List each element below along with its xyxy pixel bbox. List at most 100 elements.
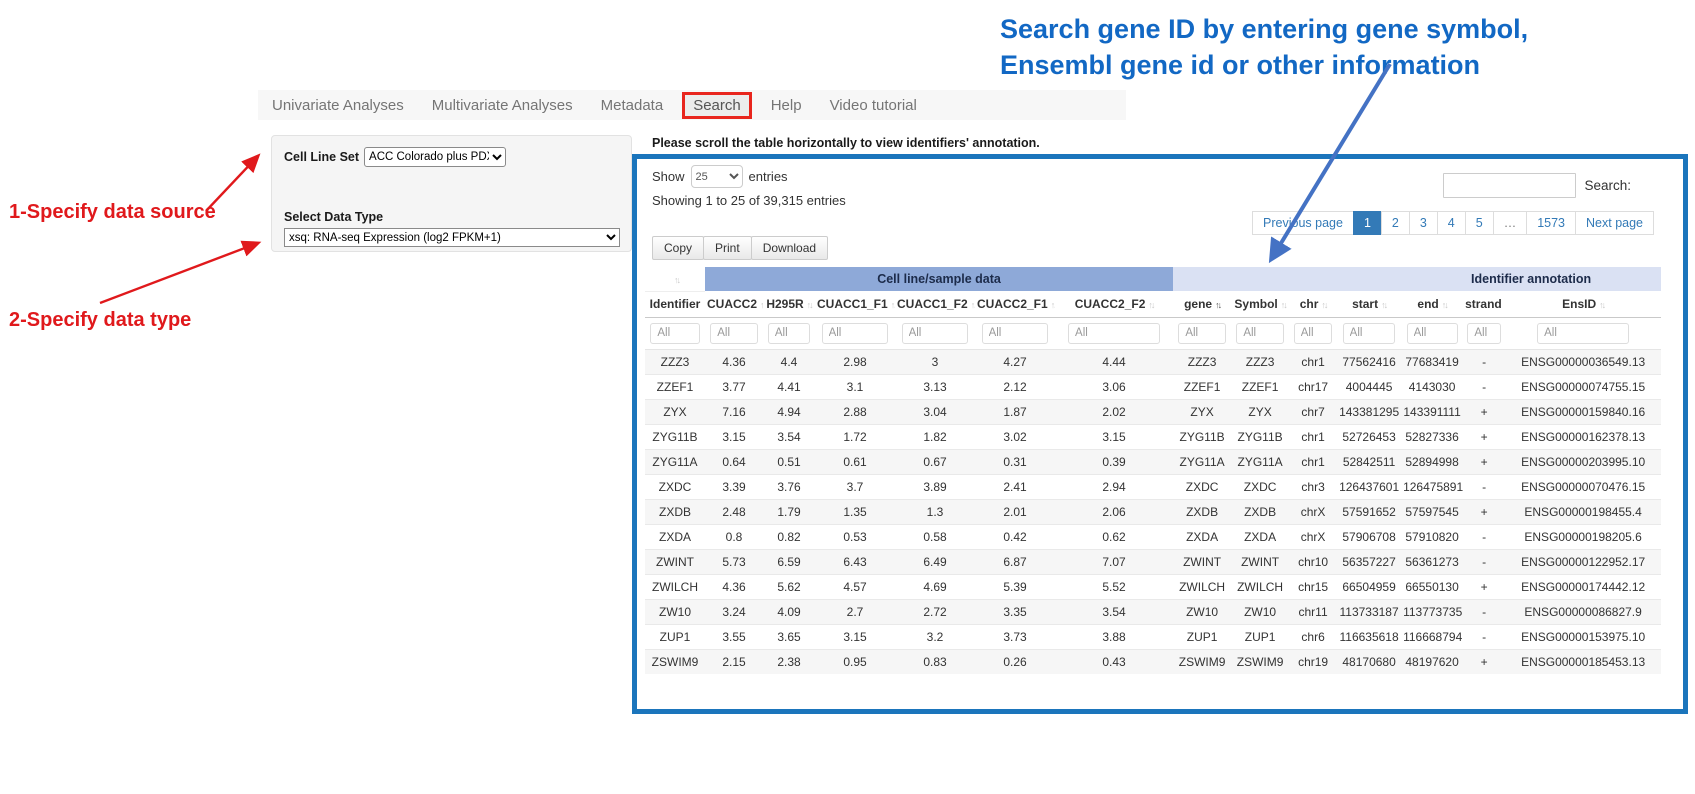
column-filter-input-chr[interactable]	[1294, 323, 1333, 344]
column-header-start[interactable]: start	[1337, 291, 1401, 317]
table-cell: 126475891	[1401, 474, 1463, 499]
table-cell: 3.65	[763, 624, 815, 649]
table-cell: ZUP1	[1173, 624, 1231, 649]
cell-line-set-select[interactable]: ACC Colorado plus PDX	[364, 147, 506, 167]
column-header-h295r[interactable]: H295R	[763, 291, 815, 317]
table-cell: 6.43	[815, 549, 895, 574]
sort-icon[interactable]	[674, 275, 679, 285]
table-cell: chr7	[1289, 399, 1337, 424]
table-cell: chr10	[1289, 549, 1337, 574]
column-filter-input-cuacc2-f1[interactable]	[982, 323, 1049, 344]
nav-item-help[interactable]: Help	[757, 97, 816, 114]
nav-item-univariate-analyses[interactable]: Univariate Analyses	[258, 97, 418, 114]
table-cell: ZYX	[1231, 399, 1289, 424]
pagination-page-5[interactable]: 5	[1465, 211, 1494, 235]
table-cell: ZXDC	[1231, 474, 1289, 499]
column-filter-input-symbol[interactable]	[1236, 323, 1284, 344]
nav-item-metadata[interactable]: Metadata	[587, 97, 678, 114]
column-filter-input-cuacc2[interactable]	[710, 323, 758, 344]
column-header-cuacc2[interactable]: CUACC2	[705, 291, 763, 317]
table-cell: 3	[895, 349, 975, 374]
nav-bar: Univariate AnalysesMultivariate Analyses…	[258, 90, 1126, 120]
table-cell: 3.55	[705, 624, 763, 649]
pagination-page-3[interactable]: 3	[1409, 211, 1438, 235]
sort-icon[interactable]	[807, 300, 812, 310]
column-filter-input-ensid[interactable]	[1537, 323, 1629, 344]
identifier-group-cell[interactable]	[645, 267, 705, 291]
sort-icon[interactable]	[1442, 300, 1447, 310]
column-filter-input-cuacc1-f2[interactable]	[902, 323, 969, 344]
table-cell: -	[1463, 624, 1505, 649]
column-header-strand[interactable]: strand	[1463, 291, 1505, 317]
column-header-cuacc1-f2[interactable]: CUACC1_F2	[895, 291, 975, 317]
table-cell: ENSG00000198455.4	[1505, 499, 1661, 524]
table-cell: 56357227	[1337, 549, 1401, 574]
note-search-line1: Search gene ID by entering gene symbol,	[1000, 12, 1528, 48]
sort-icon[interactable]	[1321, 300, 1326, 310]
table-cell: ZYG11A	[1231, 449, 1289, 474]
pagination-previous[interactable]: Previous page	[1252, 211, 1354, 235]
column-filter-input-end[interactable]	[1407, 323, 1458, 344]
table-cell: 2.94	[1055, 474, 1173, 499]
filter-cell-cuacc2-f1	[975, 317, 1055, 349]
sort-icon[interactable]	[1215, 300, 1220, 310]
pagination-page-2[interactable]: 2	[1381, 211, 1410, 235]
table-cell: chr1	[1289, 424, 1337, 449]
pagination-page-1[interactable]: 1	[1353, 211, 1382, 235]
column-filter-input-identifier[interactable]	[650, 323, 699, 344]
download-button[interactable]: Download	[751, 236, 828, 260]
length-menu: Show 25 entries	[652, 165, 788, 188]
sort-icon[interactable]	[1148, 300, 1153, 310]
pagination-page-1573[interactable]: 1573	[1526, 211, 1576, 235]
column-header-symbol[interactable]: Symbol	[1231, 291, 1289, 317]
column-filter-input-cuacc1-f1[interactable]	[822, 323, 889, 344]
column-filter-input-cuacc2-f2[interactable]	[1068, 323, 1160, 344]
table-cell: 56361273	[1401, 549, 1463, 574]
column-filter-input-h295r[interactable]	[768, 323, 810, 344]
table-cell: 143391111	[1401, 399, 1463, 424]
column-filter-input-start[interactable]	[1343, 323, 1396, 344]
table-cell: ZZEF1	[1173, 374, 1231, 399]
table-cell: 77562416	[1337, 349, 1401, 374]
sort-icon[interactable]	[1051, 300, 1055, 310]
column-header-ensid[interactable]: EnsID	[1505, 291, 1661, 317]
filter-cell-symbol	[1231, 317, 1289, 349]
table-cell: ENSG00000203995.10	[1505, 449, 1661, 474]
sort-icon[interactable]	[1281, 300, 1286, 310]
column-header-end[interactable]: end	[1401, 291, 1463, 317]
table-cell: 143381295	[1337, 399, 1401, 424]
page-length-select[interactable]: 25	[691, 165, 743, 188]
table-cell: 0.62	[1055, 524, 1173, 549]
column-header-cuacc2-f1[interactable]: CUACC2_F1	[975, 291, 1055, 317]
table-cell: 2.7	[815, 599, 895, 624]
data-type-select[interactable]: xsq: RNA-seq Expression (log2 FPKM+1)	[284, 228, 620, 247]
table-search-input[interactable]	[1443, 173, 1576, 198]
nav-item-multivariate-analyses[interactable]: Multivariate Analyses	[418, 97, 587, 114]
column-header-gene[interactable]: gene	[1173, 291, 1231, 317]
sort-icon[interactable]	[1599, 300, 1604, 310]
nav-item-search[interactable]: Search	[682, 92, 752, 119]
nav-item-video-tutorial[interactable]: Video tutorial	[816, 97, 931, 114]
sort-icon[interactable]	[1381, 300, 1386, 310]
sort-icon[interactable]	[891, 300, 895, 310]
copy-button[interactable]: Copy	[652, 236, 704, 260]
column-header-identifier[interactable]: Identifier	[645, 291, 705, 317]
table-cell: 6.87	[975, 549, 1055, 574]
table-cell: 6.49	[895, 549, 975, 574]
column-filter-input-strand[interactable]	[1467, 323, 1500, 344]
column-header-cuacc1-f1[interactable]: CUACC1_F1	[815, 291, 895, 317]
table-cell: 3.73	[975, 624, 1055, 649]
filter-cell-cuacc2	[705, 317, 763, 349]
column-header-cuacc2-f2[interactable]: CUACC2_F2	[1055, 291, 1173, 317]
sort-icon[interactable]	[760, 300, 763, 310]
print-button[interactable]: Print	[703, 236, 752, 260]
pagination-page-4[interactable]: 4	[1437, 211, 1466, 235]
table-cell: 2.88	[815, 399, 895, 424]
table-cell: 4.36	[705, 349, 763, 374]
column-filter-input-gene[interactable]	[1178, 323, 1226, 344]
pagination-next[interactable]: Next page	[1575, 211, 1654, 235]
column-header-chr[interactable]: chr	[1289, 291, 1337, 317]
filter-cell-h295r	[763, 317, 815, 349]
table-cell: 4.57	[815, 574, 895, 599]
sort-icon[interactable]	[971, 300, 975, 310]
